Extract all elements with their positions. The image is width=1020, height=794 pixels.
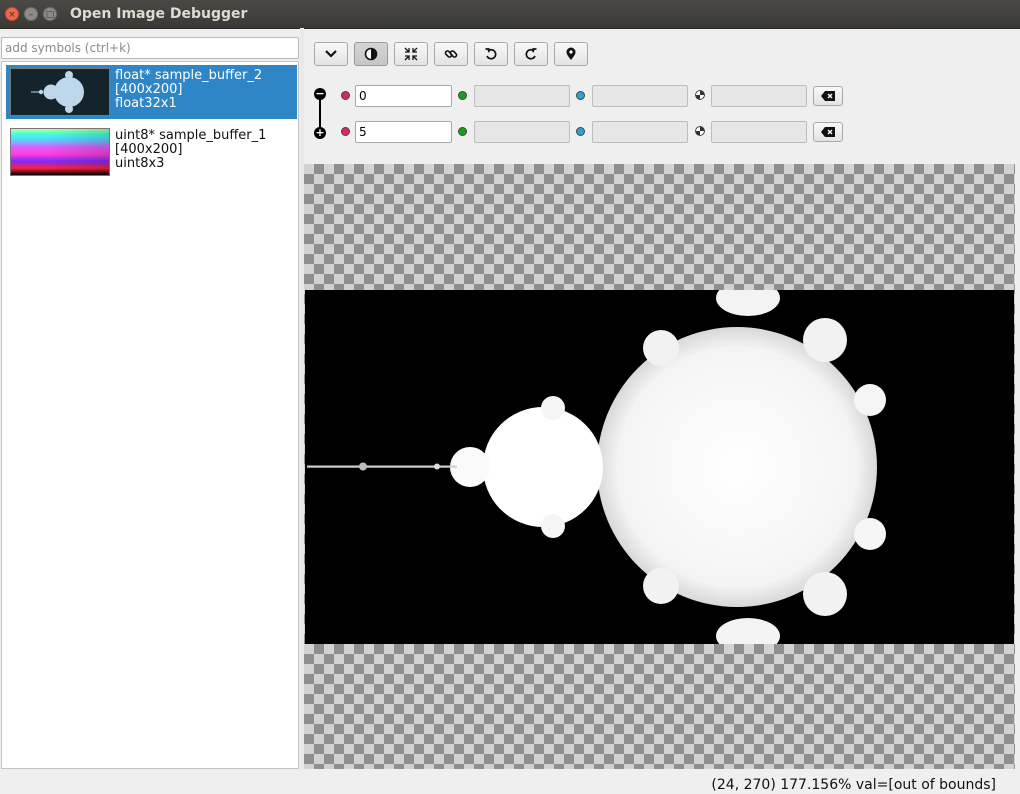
min-alpha-input[interactable] [711,85,807,107]
go-to-pixel-button[interactable] [554,42,588,66]
expand-button[interactable] [314,42,348,66]
alpha-channel-icon [695,126,705,136]
red-channel-icon [341,91,350,100]
max-blue-input[interactable] [592,121,688,143]
max-alpha-input[interactable] [711,121,807,143]
max-green-input[interactable] [474,121,570,143]
blue-channel-icon [576,127,585,136]
rotate-left-button[interactable] [474,42,508,66]
green-channel-icon [458,91,467,100]
fit-to-window-button[interactable] [394,42,428,66]
title-bar: × – □ Open Image Debugger [0,0,1020,29]
expand-icon [325,50,337,58]
buffer-size: [400x200] [115,142,183,157]
buffer-info: uint8* sample_buffer_1 [400x200] uint8x3 [115,129,266,171]
clear-max-button[interactable] [813,122,843,142]
go-to-pixel-icon [566,47,576,60]
status-bar-text: (24, 270) 177.156% val=[out of bounds] [711,777,996,793]
red-channel-icon [341,127,350,136]
buffer-info: float* sample_buffer_2 [400x200] float32… [115,69,262,111]
rotate-right-button[interactable] [514,42,548,66]
buffer-size: [400x200] [115,82,183,97]
fit-to-window-icon [404,47,418,61]
buffer-item-sample-buffer-2[interactable]: float* sample_buffer_2 [400x200] float32… [6,65,297,119]
buffer-type: float32x1 [115,96,177,111]
min-green-input[interactable] [474,85,570,107]
blue-channel-icon [576,91,585,100]
buffer-name: float* sample_buffer_2 [115,68,263,83]
backspace-icon [821,127,835,137]
buffer-list: float* sample_buffer_2 [400x200] float32… [1,61,299,769]
clear-min-button[interactable] [813,86,843,106]
contrast-icon [364,47,378,61]
min-red-input[interactable] [355,85,452,107]
link-views-button[interactable] [434,42,468,66]
maximize-window-button[interactable]: □ [43,7,57,21]
buffer-thumbnail [10,128,110,176]
link-views-icon [444,50,458,58]
buffer-name: uint8* sample_buffer_1 [115,128,267,143]
buffer-thumbnail [10,68,110,116]
close-window-button[interactable]: × [5,7,19,21]
contrast-toggle-button[interactable] [354,42,388,66]
backspace-icon [821,91,835,101]
max-label-icon: + [314,126,326,139]
rotate-left-icon [485,48,497,60]
image-canvas[interactable] [304,164,1015,769]
buffer-item-sample-buffer-1[interactable]: uint8* sample_buffer_1 [400x200] uint8x3 [6,125,297,179]
image-viewport [305,280,1014,654]
buffer-type: uint8x3 [115,156,165,171]
max-red-input[interactable] [355,121,452,143]
minimize-window-button[interactable]: – [24,7,38,21]
alpha-channel-icon [695,90,705,100]
rotate-right-icon [525,48,537,60]
green-channel-icon [458,127,467,136]
min-blue-input[interactable] [592,85,688,107]
symbol-search-input[interactable] [1,37,299,59]
min-label-icon: − [314,87,326,100]
window-title: Open Image Debugger [70,6,248,22]
mandelbrot-image [307,280,886,654]
